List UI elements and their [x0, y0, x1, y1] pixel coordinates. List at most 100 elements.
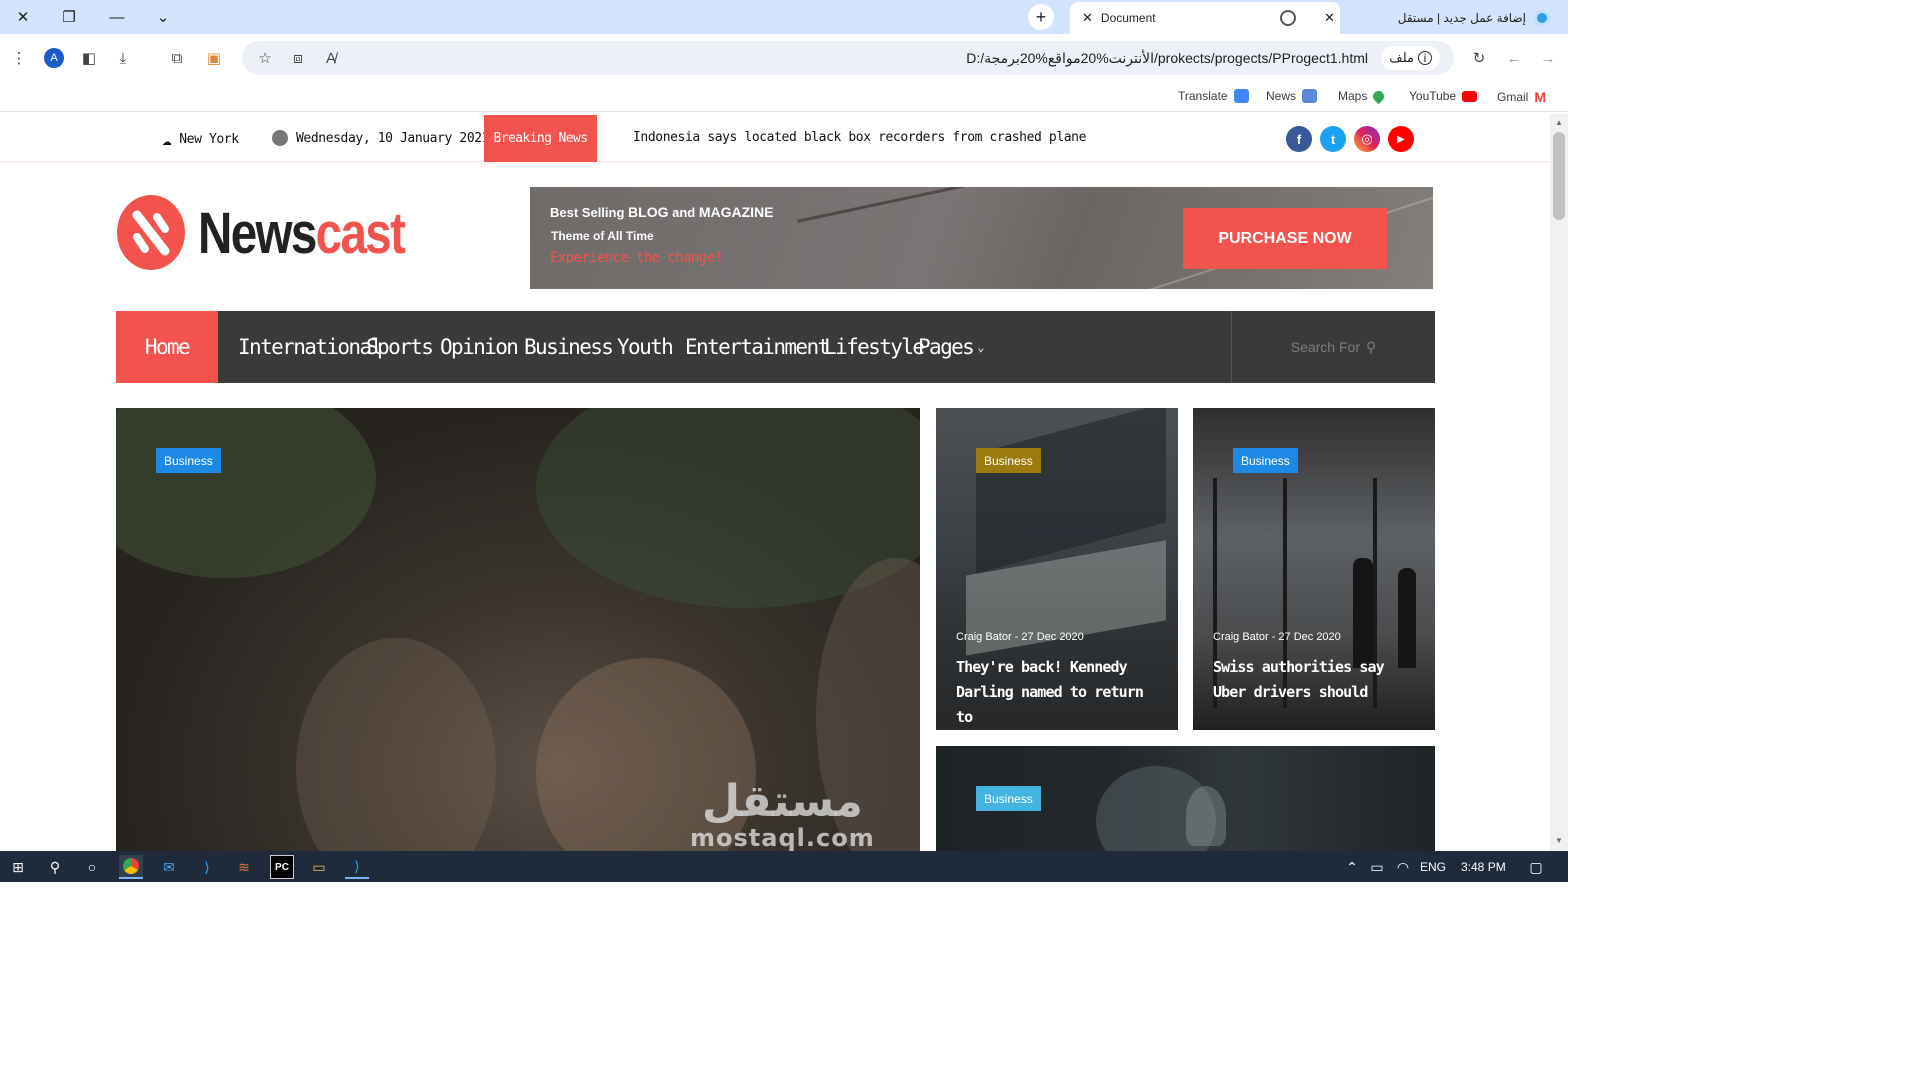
page-scrollbar[interactable]: ▲ ▼: [1550, 114, 1568, 851]
file-label: ملف: [1389, 50, 1414, 65]
file-explorer-icon[interactable]: ▭: [307, 855, 331, 879]
vscode-icon[interactable]: ⟩: [195, 855, 219, 879]
instagram-icon[interactable]: ◎: [1354, 126, 1380, 152]
bookmark-translate[interactable]: Translate: [1178, 89, 1249, 103]
sublime-icon[interactable]: ≋: [232, 855, 256, 879]
profile-avatar[interactable]: A: [44, 48, 64, 68]
article-meta: Craig Bator - 27 Dec 2020: [956, 631, 1084, 643]
bookmark-label: Gmail: [1497, 90, 1529, 104]
bookmark-gmail[interactable]: Gmail M: [1497, 89, 1546, 105]
bookmark-news[interactable]: News: [1266, 89, 1318, 103]
close-window-icon[interactable]: ✕: [12, 6, 34, 28]
mail-icon[interactable]: ✉: [157, 855, 181, 879]
twitter-icon[interactable]: t: [1320, 126, 1346, 152]
bookmark-star-icon[interactable]: ☆: [254, 47, 276, 69]
notification-icon[interactable]: ▢: [1524, 855, 1548, 879]
battery-icon[interactable]: ▭: [1365, 855, 1389, 879]
restore-window-icon[interactable]: ❐: [58, 6, 80, 28]
location: ☁ New York: [162, 130, 239, 149]
purchase-now-button[interactable]: PURCHASE NOW: [1183, 208, 1387, 269]
category-badge[interactable]: Business: [976, 786, 1041, 811]
ad-banner[interactable]: Best Selling BLOG and MAGAZINE Theme of …: [530, 187, 1433, 289]
translate-page-icon[interactable]: A̸: [320, 47, 342, 69]
category-badge[interactable]: Business: [156, 448, 221, 473]
close-tab-icon[interactable]: ✕: [1082, 10, 1093, 26]
article-card[interactable]: Business: [936, 746, 1435, 851]
share-icon[interactable]: ⧈: [287, 47, 309, 69]
nav-business[interactable]: Business: [524, 311, 614, 383]
search-placeholder: Search For: [1290, 339, 1360, 355]
article-title[interactable]: Swiss authorities say Uber drivers shoul…: [1213, 655, 1423, 705]
logo-part1: News: [198, 201, 317, 266]
minimize-window-icon[interactable]: —: [106, 6, 128, 28]
chrome-icon[interactable]: [119, 855, 143, 879]
more-menu-icon[interactable]: ⋮: [8, 47, 30, 69]
lightbulb-icon: [1186, 786, 1226, 846]
category-badge[interactable]: Business: [1233, 448, 1298, 473]
watermark-arabic: مستقل: [701, 776, 863, 827]
language-indicator[interactable]: ENG: [1420, 860, 1446, 874]
site-logo-text[interactable]: Newscast: [198, 200, 406, 267]
nav-international[interactable]: International: [238, 311, 383, 383]
download-icon[interactable]: ⤓: [112, 47, 134, 69]
vscode-icon[interactable]: ⟩: [345, 855, 369, 879]
tab-search-chevron-icon[interactable]: ⌄: [152, 6, 174, 28]
nav-youth[interactable]: Youth: [617, 311, 674, 383]
sidebar-icon[interactable]: ◧: [78, 47, 100, 69]
scroll-down-icon[interactable]: ▼: [1554, 836, 1564, 846]
news-icon: [1302, 89, 1318, 103]
back-icon[interactable]: ←: [1503, 47, 1525, 69]
bookmark-youtube[interactable]: YouTube: [1409, 89, 1478, 103]
bookmark-maps[interactable]: Maps: [1338, 88, 1387, 104]
nav-entertainment[interactable]: Entertainment: [685, 311, 830, 383]
reload-icon[interactable]: ↻: [1468, 47, 1490, 69]
article-title[interactable]: They're back! Kennedy Darling named to r…: [956, 655, 1166, 730]
headline-text: Indonesia says located black box recorde…: [633, 130, 1087, 145]
search-box[interactable]: Search For ⚲: [1231, 311, 1435, 383]
search-icon[interactable]: ⚲: [43, 855, 67, 879]
search-icon: ⚲: [1365, 338, 1377, 355]
nav-lifestyle[interactable]: Lifestyle: [824, 311, 925, 383]
pycharm-icon[interactable]: PC: [270, 855, 294, 879]
new-tab-button[interactable]: +: [1028, 4, 1054, 30]
forward-icon[interactable]: →: [1537, 47, 1559, 69]
bookmark-label: Translate: [1178, 89, 1228, 103]
nav-opinion[interactable]: Opinion: [440, 311, 519, 383]
scroll-up-icon[interactable]: ▲: [1554, 118, 1564, 128]
gmail-icon: M: [1534, 89, 1547, 105]
date-text: Wednesday, 10 January 2021: [296, 130, 490, 146]
clock-icon: [272, 130, 288, 146]
nav-home-label: Home: [144, 335, 191, 359]
cortana-icon[interactable]: ○: [80, 855, 104, 879]
nav-home[interactable]: Home: [116, 311, 218, 383]
screenshot-icon[interactable]: ▣: [203, 47, 225, 69]
location-text: New York: [179, 132, 239, 147]
tab-title: إضافة عمل جديد | مستقل: [1397, 11, 1526, 25]
newscast-logo-icon[interactable]: [117, 195, 185, 270]
article-card[interactable]: Business Craig Bator - 27 Dec 2020 They'…: [936, 408, 1178, 730]
category-badge[interactable]: Business: [976, 448, 1041, 473]
globe-icon: [1280, 10, 1296, 26]
facebook-icon[interactable]: f: [1286, 126, 1312, 152]
windows-start-icon[interactable]: ⊞: [6, 855, 30, 879]
tab-mostaql[interactable]: إضافة عمل جديد | مستقل: [1360, 2, 1550, 34]
chevron-up-icon[interactable]: ⌃: [1340, 855, 1364, 879]
youtube-icon[interactable]: ▶: [1388, 126, 1414, 152]
clock-time[interactable]: 3:48 PM: [1461, 860, 1506, 874]
breaking-headline[interactable]: Indonesia says located black box recorde…: [633, 130, 1086, 145]
address-bar[interactable]: ☆ ⧈ A̸ D:/الأنترنت%20مواقع%20برمجة/proke…: [242, 41, 1454, 75]
file-chip[interactable]: ملف i: [1381, 46, 1440, 70]
extensions-icon[interactable]: ⧉: [166, 47, 188, 69]
url-text[interactable]: D:/الأنترنت%20مواقع%20برمجة/prokects/pro…: [966, 50, 1368, 67]
person-silhouette: [296, 638, 496, 851]
tab-document[interactable]: ✕ Document ✕: [1070, 2, 1340, 34]
mostaql-favicon-icon: [1534, 10, 1550, 26]
close-tab-icon[interactable]: ✕: [1324, 10, 1335, 26]
scroll-thumb[interactable]: [1553, 132, 1565, 220]
banner-headline: Best Selling BLOG and MAGAZINE: [550, 204, 774, 220]
banner-tagline: Experience the change!: [550, 250, 723, 266]
nav-sports[interactable]: Sports: [366, 311, 434, 383]
nav-pages[interactable]: Pages ⌄: [918, 311, 984, 383]
wifi-icon[interactable]: ◠: [1391, 855, 1415, 879]
article-card[interactable]: Business Craig Bator - 27 Dec 2020 Swiss…: [1193, 408, 1435, 730]
